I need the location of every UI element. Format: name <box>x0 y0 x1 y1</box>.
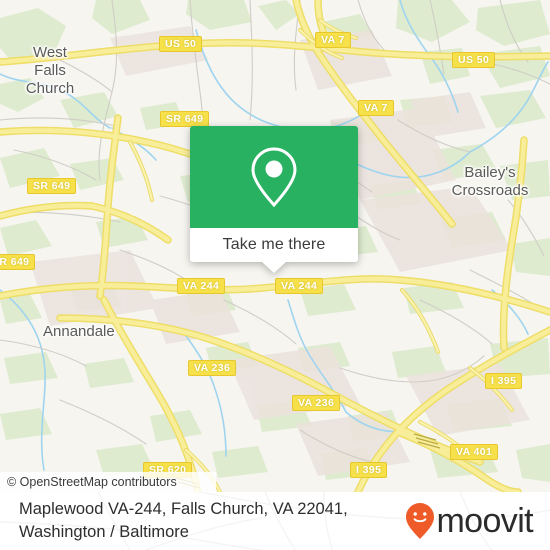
footer-content: Maplewood VA-244, Falls Church, VA 22041… <box>0 492 550 550</box>
moovit-wordmark: moovit <box>436 502 533 540</box>
osm-attribution[interactable]: © OpenStreetMap contributors <box>0 472 216 492</box>
road-shield-va-401: VA 401 <box>450 444 499 460</box>
moovit-brand[interactable]: moovit <box>405 502 550 540</box>
road-shield-sr-649-edge: SR 649 <box>0 254 36 270</box>
place-label-line: Church <box>25 80 75 97</box>
map-viewport[interactable]: .mj-case { stroke:#eedd66; fill:none; st… <box>0 0 550 492</box>
map-pin-icon <box>251 147 297 208</box>
road-shield-i-395-east: I 395 <box>485 373 523 389</box>
place-label-line: Bailey's <box>464 164 516 181</box>
road-shield-us-50-east: US 50 <box>452 52 496 68</box>
footer-address: Maplewood VA-244, Falls Church, VA 22041… <box>0 498 348 544</box>
road-shield-va-236-east: VA 236 <box>292 395 341 411</box>
destination-callout-card[interactable]: Take me there <box>190 126 358 273</box>
road-shield-sr-649-west: SR 649 <box>27 178 77 194</box>
road-shield-va-244-west: VA 244 <box>177 278 226 294</box>
road-shield-va-7-south: VA 7 <box>358 100 394 116</box>
address-line-primary: Maplewood VA-244, Falls Church, VA 22041… <box>19 500 348 518</box>
place-label-baileys-crossroads: Bailey's Crossroads <box>438 164 542 200</box>
road-shield-us-50-north: US 50 <box>159 36 203 52</box>
place-label-line: Falls <box>34 62 66 79</box>
place-label-line: West <box>33 44 67 61</box>
road-shield-sr-649-north: SR 649 <box>160 111 210 127</box>
moovit-pin-smiley-icon <box>406 503 435 539</box>
place-label-annandale: Annandale <box>43 323 115 340</box>
osm-attribution-text: © OpenStreetMap contributors <box>7 475 177 489</box>
card-cta-bar[interactable]: Take me there <box>190 228 358 273</box>
take-me-there-label: Take me there <box>222 236 326 253</box>
callout-tail <box>262 262 286 273</box>
place-label-west-falls-church: West Falls Church <box>16 44 84 98</box>
road-shield-i-395-south: I 395 <box>350 462 388 478</box>
road-shield-va-244-east: VA 244 <box>275 278 324 294</box>
place-label-line: Crossroads <box>451 182 529 199</box>
moovit-map-screenshot: .mj-case { stroke:#eedd66; fill:none; st… <box>0 0 550 550</box>
card-image-area <box>190 126 358 228</box>
footer-bar: Maplewood VA-244, Falls Church, VA 22041… <box>0 492 550 550</box>
address-line-secondary: Washington / Baltimore <box>19 523 189 541</box>
road-shield-va-236-west: VA 236 <box>188 360 237 376</box>
road-shield-va-7-north: VA 7 <box>315 32 351 48</box>
place-label-line: Annandale <box>43 323 115 340</box>
